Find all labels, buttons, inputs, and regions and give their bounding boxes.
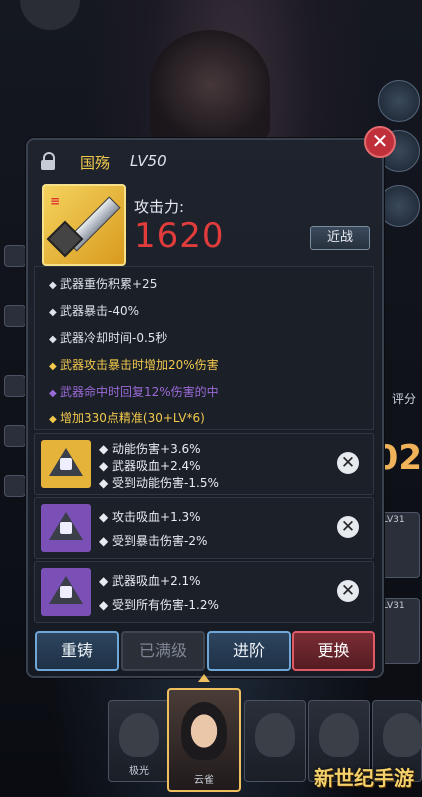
left-menu-icon[interactable] xyxy=(4,305,26,327)
equip-card[interactable]: LV31 xyxy=(378,512,420,578)
left-menu-icon[interactable] xyxy=(4,475,26,497)
rank-mark-icon: ≡ xyxy=(50,194,61,208)
diamond-bullet-icon: ◆ xyxy=(49,388,57,399)
attribute-item: ◆ 武器攻击暴击时增加20%伤害 xyxy=(49,358,219,372)
gem-slot-row[interactable]: ◆ 武器吸血+2.1% ◆ 受到所有伤害-1.2% ✕ xyxy=(34,561,374,623)
diamond-bullet-icon: ◆ xyxy=(49,307,57,318)
left-menu-icon[interactable] xyxy=(4,375,26,397)
max-level-button: 已满级 xyxy=(121,631,205,671)
weapon-name: 国殇 xyxy=(80,154,111,172)
attribute-list: ◆ 武器重伤积累+25 ◆ 武器暴击-40% ◆ 武器冷却时间-0.5秒 ◆ 武器攻击暴… xyxy=(34,266,374,430)
equip-card[interactable]: LV31 xyxy=(378,598,420,664)
remove-gem-button[interactable]: ✕ xyxy=(337,580,359,602)
score-label: 评分 xyxy=(391,392,416,406)
lock-icon[interactable] xyxy=(40,152,56,170)
hero-card[interactable] xyxy=(244,700,306,782)
recast-button[interactable]: 重铸 xyxy=(35,631,119,671)
gem-stat: ◆ 武器吸血+2.1% xyxy=(99,574,201,588)
remove-gem-button[interactable]: ✕ xyxy=(337,452,359,474)
attribute-item: ◆ 武器暴击-40% xyxy=(49,304,140,318)
gem-slot-row[interactable]: ◆ 攻击吸血+1.3% ◆ 受到暴击伤害-2% ✕ xyxy=(34,497,374,559)
gem-icon xyxy=(41,568,91,616)
gem-icon xyxy=(41,504,91,552)
diamond-bullet-icon: ◆ xyxy=(49,334,57,345)
diamond-bullet-icon: ◆ xyxy=(49,280,57,291)
close-button[interactable]: ✕ xyxy=(364,126,396,158)
attack-value: 1620 xyxy=(134,216,225,256)
attribute-item: ◆ 武器重伤积累+25 xyxy=(49,277,158,291)
left-menu-icon[interactable] xyxy=(4,425,26,447)
gem-icon xyxy=(41,440,91,488)
attribute-item: ◆ 武器命中时回复12%伤害的中 xyxy=(49,385,219,399)
hero-model-background xyxy=(150,30,270,140)
gem-stat: ◆ 受到所有伤害-1.2% xyxy=(99,598,219,612)
replace-button[interactable]: 更换 xyxy=(292,631,375,671)
advance-button[interactable]: 进阶 xyxy=(207,631,291,671)
gem-stat: ◆ 受到暴击伤害-2% xyxy=(99,534,208,548)
watermark-logo: 新世纪手游 xyxy=(314,766,414,790)
remove-gem-button[interactable]: ✕ xyxy=(337,516,359,538)
weapon-type-badge: 近战 xyxy=(310,226,370,250)
gem-stat: ◆ 攻击吸血+1.3% xyxy=(99,510,201,524)
attribute-item: ◆ 武器冷却时间-0.5秒 xyxy=(49,331,168,345)
equip-card-level: LV31 xyxy=(383,601,405,611)
weapon-level: LV50 xyxy=(130,152,167,170)
gem-stat: ◆ 动能伤害+3.6% xyxy=(99,442,201,456)
equip-card-level: LV31 xyxy=(383,515,405,525)
gem-stat: ◆ 受到动能伤害-1.5% xyxy=(99,476,219,490)
attack-label: 攻击力: xyxy=(134,198,185,216)
anchor-button[interactable] xyxy=(378,185,420,227)
gem-slot-row[interactable]: ◆ 动能伤害+3.6% ◆ 武器吸血+2.4% ◆ 受到动能伤害-1.5% ✕ xyxy=(34,433,374,495)
gem-stat: ◆ 武器吸血+2.4% xyxy=(99,459,201,473)
diamond-bullet-icon: ◆ xyxy=(49,414,57,425)
diamond-bullet-icon: ◆ xyxy=(49,361,57,372)
hero-card[interactable]: 极光 xyxy=(108,700,170,782)
sword-icon: ≡ xyxy=(42,184,126,266)
active-hero-indicator-icon xyxy=(198,674,210,682)
left-menu-icon[interactable] xyxy=(4,245,26,267)
hero-card-active[interactable]: 云雀 xyxy=(167,688,241,792)
attribute-item: ◆ 增加330点精准(30+LV*6) xyxy=(49,411,205,425)
core-button[interactable] xyxy=(378,80,420,122)
